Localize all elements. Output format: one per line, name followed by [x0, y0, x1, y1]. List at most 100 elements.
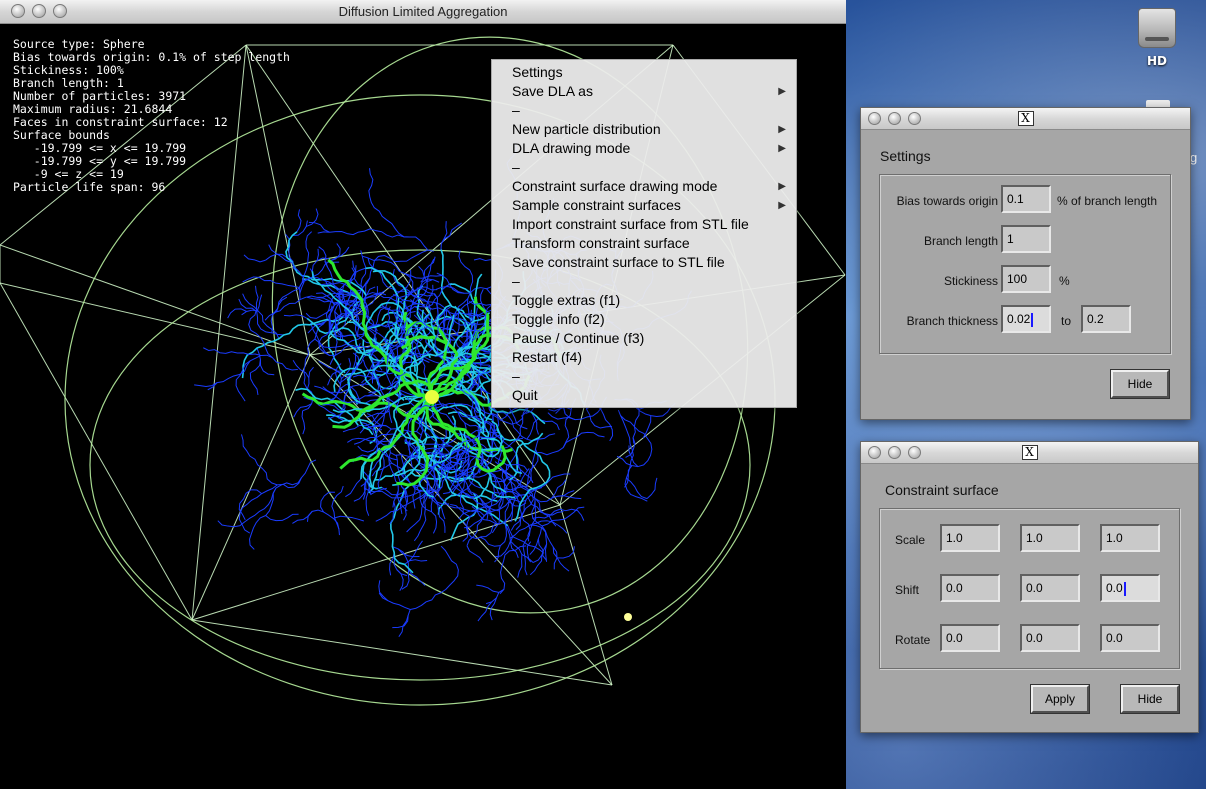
dla-branch: [466, 545, 484, 563]
context-menu[interactable]: Settings Save DLA as ▶ – New particle distri…: [491, 59, 797, 408]
dla-branch: [365, 492, 370, 516]
settings-hide-button[interactable]: Hide: [1110, 369, 1170, 399]
dla-branch: [434, 282, 453, 300]
menu-item-save-dla-as[interactable]: Save DLA as ▶: [492, 82, 796, 101]
dla-seed: [425, 390, 439, 404]
menu-item-label: Import constraint surface from STL file: [512, 216, 749, 232]
menu-item-sample-constraint-surfaces[interactable]: Sample constraint surfaces ▶: [492, 196, 796, 215]
constraint-edge: [559, 504, 613, 686]
x11-icon: X: [1021, 445, 1038, 460]
dla-branch: [242, 276, 300, 289]
rotate-z-input[interactable]: 0.0: [1100, 624, 1160, 652]
dla-branch: [241, 434, 278, 486]
branch-length-label: Branch length: [923, 234, 998, 248]
hd-label: HD: [1146, 54, 1167, 68]
menu-item-label: Transform constraint surface: [512, 235, 690, 251]
close-window-button[interactable]: [868, 112, 881, 125]
menu-item-constraint-surface-drawing-mode[interactable]: Constraint surface drawing mode ▶: [492, 177, 796, 196]
field-value: 0.0: [1106, 581, 1123, 595]
text-caret: [1031, 312, 1034, 327]
field-value: 0.0: [946, 631, 963, 645]
menu-item-label: Pause / Continue (f3): [512, 330, 645, 346]
dla-branch: [301, 410, 306, 435]
field-value: 0.0: [946, 581, 963, 595]
menu-item-dla-drawing-mode[interactable]: DLA drawing mode ▶: [492, 139, 796, 158]
rotate-x-input[interactable]: 0.0: [940, 624, 1000, 652]
branch-thickness-max-input[interactable]: 0.2: [1081, 305, 1131, 333]
shift-y-input[interactable]: 0.0: [1020, 574, 1080, 602]
stickiness-unit-label: %: [1059, 274, 1070, 288]
menu-item-pause-continue-f3[interactable]: Pause / Continue (f3): [492, 329, 796, 348]
dla-branch: [243, 254, 266, 263]
scale-z-input[interactable]: 1.0: [1100, 524, 1160, 552]
menu-item-toggle-info-f2[interactable]: Toggle info (f2): [492, 310, 796, 329]
menu-item-label: New particle distribution: [512, 121, 661, 137]
dla-branch: [301, 231, 313, 283]
dla-branch: [306, 366, 314, 390]
constraint-surface-dialog[interactable]: X Constraint surface Apply Hide Scale 1.0…: [860, 441, 1199, 733]
dla-branch: [292, 511, 313, 524]
info-panel: Source type: Sphere Bias towards origin: …: [13, 38, 290, 194]
menu-item-restart-f4[interactable]: Restart (f4): [492, 348, 796, 367]
dla-branch: [388, 446, 401, 486]
menu-item-label: Constraint surface drawing mode: [512, 178, 718, 194]
dla-branch: [393, 558, 408, 577]
zoom-window-button[interactable]: [908, 446, 921, 459]
menu-item-toggle-extras-f1[interactable]: Toggle extras (f1): [492, 291, 796, 310]
menu-item-transform-constraint-surface[interactable]: Transform constraint surface: [492, 234, 796, 253]
shift-x-input[interactable]: 0.0: [940, 574, 1000, 602]
menu-item-save-constraint-surface-to-stl-file[interactable]: Save constraint surface to STL file: [492, 253, 796, 272]
bias-input[interactable]: 0.1: [1001, 185, 1051, 213]
shift-z-input[interactable]: 0.0: [1100, 574, 1160, 602]
dla-branch: [529, 520, 568, 534]
rotate-y-input[interactable]: 0.0: [1020, 624, 1080, 652]
menu-item-import-constraint-surface-from-stl-file[interactable]: Import constraint surface from STL file: [492, 215, 796, 234]
dla-branch: [412, 485, 416, 509]
close-window-button[interactable]: [868, 446, 881, 459]
apply-button[interactable]: Apply: [1030, 684, 1090, 714]
settings-dialog[interactable]: X Settings Bias towards origin 0.1 % of …: [860, 107, 1191, 420]
menu-item-label: Restart (f4): [512, 349, 583, 365]
branch-thickness-min-input[interactable]: 0.02: [1001, 305, 1051, 333]
drive-glyph: [1138, 8, 1176, 48]
scale-y-input[interactable]: 1.0: [1020, 524, 1080, 552]
dla-branch: [589, 402, 614, 442]
scale-x-input[interactable]: 1.0: [940, 524, 1000, 552]
stickiness-input[interactable]: 100: [1001, 265, 1051, 293]
constraint-edge: [0, 282, 193, 621]
dla-branch: [617, 409, 648, 502]
menu-item-label: Quit: [512, 387, 538, 403]
menu-item-quit[interactable]: Quit: [492, 386, 796, 405]
minimize-window-button[interactable]: [888, 112, 901, 125]
shift-label: Shift: [895, 583, 920, 597]
branch-length-input[interactable]: 1: [1001, 225, 1051, 253]
text-caret: [1123, 581, 1126, 596]
dla-branch: [476, 584, 499, 593]
menu-item-label: Toggle info (f2): [512, 311, 605, 327]
minimize-window-button[interactable]: [888, 446, 901, 459]
menu-item-settings[interactable]: Settings: [492, 63, 796, 82]
dla-branch: [444, 222, 462, 240]
rotate-label: Rotate: [895, 633, 931, 647]
submenu-arrow-icon: ▶: [778, 181, 786, 192]
branch-thickness-label: Branch thickness: [906, 314, 998, 328]
dla-branch: [474, 273, 483, 297]
dla-branch: [345, 478, 362, 498]
menu-item-label: Settings: [512, 64, 563, 80]
constraint-hide-button[interactable]: Hide: [1120, 684, 1180, 714]
dla-branch: [624, 465, 633, 488]
bias-label: Bias towards origin: [896, 194, 998, 208]
dla-branch: [238, 489, 262, 521]
zoom-window-button[interactable]: [908, 112, 921, 125]
constraint-titlebar[interactable]: X: [861, 442, 1198, 464]
dla-branch: [626, 477, 648, 500]
dla-branch: [398, 609, 411, 638]
hard-drive-icon[interactable]: HD: [1127, 8, 1187, 68]
settings-titlebar[interactable]: X: [861, 108, 1190, 130]
constraint-edge: [0, 244, 311, 356]
dla-branch: [333, 367, 386, 404]
menu-item-new-particle-distribution[interactable]: New particle distribution ▶: [492, 120, 796, 139]
dla-branch: [517, 554, 523, 578]
main-titlebar[interactable]: Diffusion Limited Aggregation: [0, 0, 846, 24]
menu-separator: –: [512, 159, 520, 175]
